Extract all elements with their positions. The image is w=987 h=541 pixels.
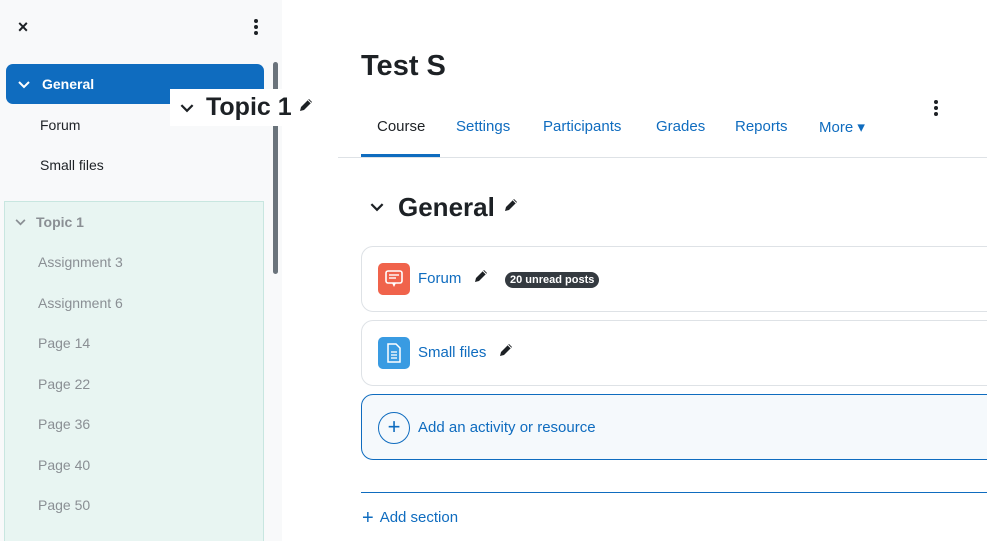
chevron-down-icon <box>180 100 194 116</box>
active-tab-indicator <box>361 154 440 157</box>
plus-circle-icon: + <box>378 412 410 444</box>
index-item[interactable]: Page 50 <box>38 497 90 513</box>
add-section-label: Add section <box>379 509 459 526</box>
forum-icon <box>378 263 410 295</box>
index-section-header[interactable]: Topic 1 <box>15 214 84 230</box>
index-item[interactable]: Page 22 <box>38 376 90 392</box>
index-section-label: Topic 1 <box>36 214 84 230</box>
index-item[interactable]: Assignment 6 <box>38 295 123 311</box>
tab-participants[interactable]: Participants <box>543 118 621 135</box>
pencil-icon[interactable] <box>473 268 489 289</box>
plus-icon: + <box>362 506 374 529</box>
index-item[interactable]: Page 36 <box>38 416 90 432</box>
file-icon <box>378 337 410 369</box>
tab-course[interactable]: Course <box>377 118 425 135</box>
drawer-menu-button[interactable] <box>248 17 264 39</box>
course-index-drawer: × General Forum Small files Topic 1 Assi… <box>0 0 282 541</box>
chevron-down-icon[interactable] <box>370 199 384 217</box>
activity-link-small-files[interactable]: Small files <box>418 344 486 361</box>
kebab-icon <box>254 19 258 23</box>
index-item-small-files[interactable]: Small files <box>40 157 104 173</box>
pencil-icon[interactable] <box>498 342 514 363</box>
tab-grades[interactable]: Grades <box>656 118 705 135</box>
index-item-forum[interactable]: Forum <box>40 117 80 133</box>
course-nav-tabs: Course Settings Participants Grades Repo… <box>338 108 987 158</box>
pencil-icon[interactable] <box>503 197 519 218</box>
tab-settings[interactable]: Settings <box>456 118 510 135</box>
close-icon: × <box>17 17 29 37</box>
pencil-icon <box>298 97 314 118</box>
index-item[interactable]: Assignment 3 <box>38 254 123 270</box>
chevron-down-icon <box>18 77 34 92</box>
unread-posts-badge: 20 unread posts <box>505 272 600 288</box>
tab-more[interactable]: More ▾ <box>819 118 865 136</box>
index-section-label: General <box>42 76 95 92</box>
add-activity-button[interactable]: + Add an activity or resource <box>361 394 987 460</box>
index-item[interactable]: Page 40 <box>38 457 90 473</box>
close-drawer-button[interactable]: × <box>13 17 33 37</box>
index-section-topic1[interactable]: Topic 1 Assignment 3 Assignment 6 Page 1… <box>4 201 264 541</box>
dragged-section-title: Topic 1 <box>206 93 292 121</box>
activity-link-forum[interactable]: Forum <box>418 270 461 287</box>
section-divider <box>361 492 987 493</box>
section-title: General <box>398 192 495 222</box>
activity-card-small-files: Small files <box>361 320 987 386</box>
add-activity-label: Add an activity or resource <box>418 419 596 436</box>
dragged-section-ghost[interactable]: Topic 1 <box>170 89 322 126</box>
kebab-icon <box>934 100 938 104</box>
page-title: Test S <box>361 50 446 82</box>
chevron-down-icon <box>15 215 26 229</box>
activity-card-forum: Forum 20 unread posts <box>361 246 987 312</box>
add-section-button[interactable]: + Add section <box>362 506 459 529</box>
index-item[interactable]: Page 14 <box>38 335 90 351</box>
tab-reports[interactable]: Reports <box>735 118 788 135</box>
section-header-general: General <box>370 192 519 223</box>
